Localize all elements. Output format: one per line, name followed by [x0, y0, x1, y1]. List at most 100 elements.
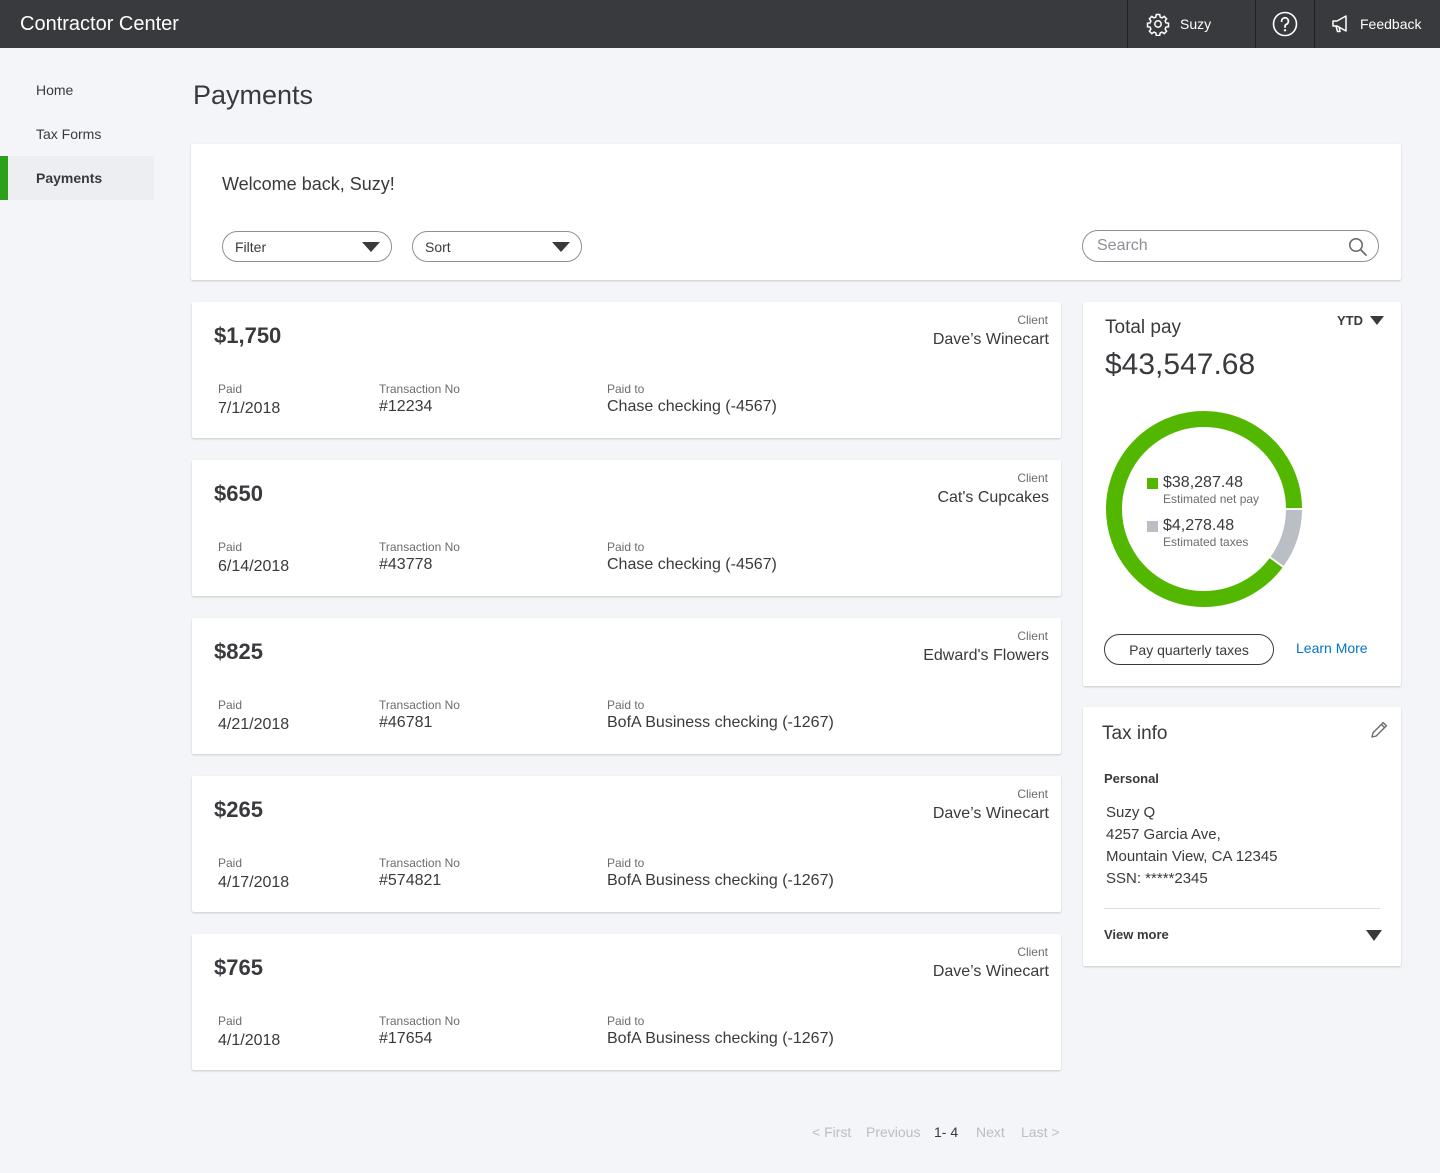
transaction-label: Transaction No	[379, 1014, 460, 1028]
sidebar-item-home[interactable]: Home	[0, 68, 154, 112]
client-label: Client	[1017, 629, 1048, 643]
ssn: SSN: *****2345	[1106, 870, 1208, 887]
paid-date: 4/1/2018	[218, 1032, 281, 1049]
filter-dropdown[interactable]: Filter	[222, 231, 392, 262]
pagination-next[interactable]: Next	[976, 1124, 1005, 1140]
total-pay-card: Total pay YTD $43,547.68 $38,287.48 Esti…	[1083, 302, 1401, 686]
paid-to-label: Paid to	[607, 856, 645, 870]
payment-card[interactable]: $1,750 Client Dave’s Winecart Paid 7/1/2…	[192, 302, 1061, 438]
welcome-message: Welcome back, Suzy!	[222, 174, 395, 194]
client-name: Dave’s Winecart	[932, 805, 1049, 822]
page-title: Payments	[193, 80, 314, 110]
transaction-label: Transaction No	[379, 382, 460, 396]
pagination-first[interactable]: < First	[812, 1124, 851, 1140]
taxes-arc	[1270, 509, 1302, 567]
payment-card[interactable]: $825 Client Edward's Flowers Paid 4/21/2…	[192, 618, 1061, 754]
sort-dropdown[interactable]: Sort	[412, 231, 582, 262]
help-button[interactable]	[1256, 0, 1314, 48]
sidebar-item-label: Home	[36, 82, 74, 98]
tax-info-title: Tax info	[1102, 723, 1168, 744]
user-menu-button[interactable]: Suzy	[1128, 0, 1255, 48]
top-bar: Contractor Center Suzy Feedback	[0, 0, 1440, 48]
tax-info-card: Tax info Personal Suzy Q 4257 Garcia Ave…	[1083, 707, 1401, 966]
paid-date: 7/1/2018	[218, 400, 281, 417]
total-pay-amount: $43,547.68	[1105, 348, 1256, 381]
payment-card[interactable]: $650 Client Cat's Cupcakes Paid 6/14/201…	[192, 460, 1061, 596]
paid-to-account: Chase checking (-4567)	[607, 556, 777, 573]
pagination-previous[interactable]: Previous	[866, 1124, 920, 1140]
transaction-number: #17654	[379, 1030, 433, 1047]
sidebar-item-label: Tax Forms	[36, 126, 102, 142]
taxes-swatch	[1147, 521, 1158, 532]
sort-label: Sort	[425, 238, 451, 255]
pencil-icon[interactable]	[1369, 720, 1389, 740]
pay-breakdown-donut	[1106, 411, 1302, 607]
taxes-value: $4,278.48	[1163, 517, 1235, 534]
sidebar-item-tax-forms[interactable]: Tax Forms	[0, 112, 154, 156]
paid-date: 4/21/2018	[218, 716, 290, 733]
app-title: Contractor Center	[20, 13, 179, 35]
payment-amount: $265	[214, 797, 263, 822]
paid-to-label: Paid to	[607, 698, 645, 712]
contractor-name: Suzy Q	[1106, 804, 1156, 821]
feedback-button[interactable]: Feedback	[1315, 0, 1440, 48]
help-icon	[1272, 11, 1298, 37]
client-name: Cat's Cupcakes	[937, 489, 1049, 506]
sidebar-item-payments[interactable]: Payments	[0, 156, 154, 200]
search-input[interactable]	[1097, 236, 1337, 256]
paid-to-account: BofA Business checking (-1267)	[607, 872, 834, 889]
client-label: Client	[1017, 471, 1048, 485]
transaction-label: Transaction No	[379, 540, 460, 554]
transaction-number: #574821	[379, 872, 442, 889]
sidebar: Home Tax Forms Payments	[0, 48, 154, 200]
transaction-number: #46781	[379, 714, 433, 731]
net-pay-arc	[1106, 411, 1302, 607]
period-dropdown[interactable]: YTD	[1337, 313, 1384, 328]
client-name: Edward's Flowers	[923, 647, 1049, 664]
client-label: Client	[1017, 945, 1048, 959]
learn-more-link[interactable]: Learn More	[1296, 640, 1368, 656]
caret-down-icon[interactable]	[1366, 930, 1382, 941]
paid-to-account: BofA Business checking (-1267)	[607, 714, 834, 731]
view-more-link[interactable]: View more	[1104, 927, 1169, 942]
transaction-label: Transaction No	[379, 698, 460, 712]
sidebar-item-label: Payments	[36, 170, 103, 186]
payment-card[interactable]: $765 Client Dave’s Winecart Paid 4/1/201…	[192, 934, 1061, 1070]
paid-label: Paid	[218, 382, 243, 396]
payment-amount: $650	[214, 481, 263, 506]
paid-to-account: Chase checking (-4567)	[607, 398, 777, 415]
paid-date: 6/14/2018	[218, 558, 290, 575]
paid-date: 4/17/2018	[218, 874, 290, 891]
feedback-label: Feedback	[1360, 16, 1422, 32]
taxes-label: Estimated taxes	[1163, 535, 1249, 549]
pagination-range: 1- 4	[934, 1124, 959, 1140]
pay-quarterly-taxes-button[interactable]: Pay quarterly taxes	[1104, 634, 1274, 665]
welcome-card: Welcome back, Suzy! Filter Sort	[191, 144, 1401, 280]
personal-section-label: Personal	[1104, 771, 1159, 786]
filter-label: Filter	[235, 238, 267, 255]
divider	[1104, 908, 1380, 909]
client-name: Dave’s Winecart	[932, 963, 1049, 980]
net-pay-swatch	[1147, 478, 1158, 489]
paid-to-label: Paid to	[607, 382, 645, 396]
paid-to-label: Paid to	[607, 1014, 645, 1028]
net-pay-label: Estimated net pay	[1163, 492, 1260, 506]
payment-card[interactable]: $265 Client Dave’s Winecart Paid 4/17/20…	[192, 776, 1061, 912]
payment-amount: $825	[214, 639, 263, 664]
client-name: Dave’s Winecart	[932, 331, 1049, 348]
address-line-2: Mountain View, CA 12345	[1106, 848, 1278, 865]
paid-to-account: BofA Business checking (-1267)	[607, 1030, 834, 1047]
paid-label: Paid	[218, 540, 243, 554]
pagination-last[interactable]: Last >	[1021, 1124, 1060, 1140]
search-field	[1082, 230, 1379, 262]
payment-amount: $765	[214, 955, 263, 980]
payment-amount: $1,750	[214, 323, 282, 348]
search-icon[interactable]	[1348, 237, 1368, 257]
caret-down-icon	[552, 242, 570, 252]
transaction-label: Transaction No	[379, 856, 460, 870]
gear-icon	[1146, 13, 1170, 36]
paid-label: Paid	[218, 856, 243, 870]
transaction-number: #43778	[379, 556, 433, 573]
address-line-1: 4257 Garcia Ave,	[1106, 826, 1221, 843]
total-pay-title: Total pay	[1105, 317, 1182, 338]
